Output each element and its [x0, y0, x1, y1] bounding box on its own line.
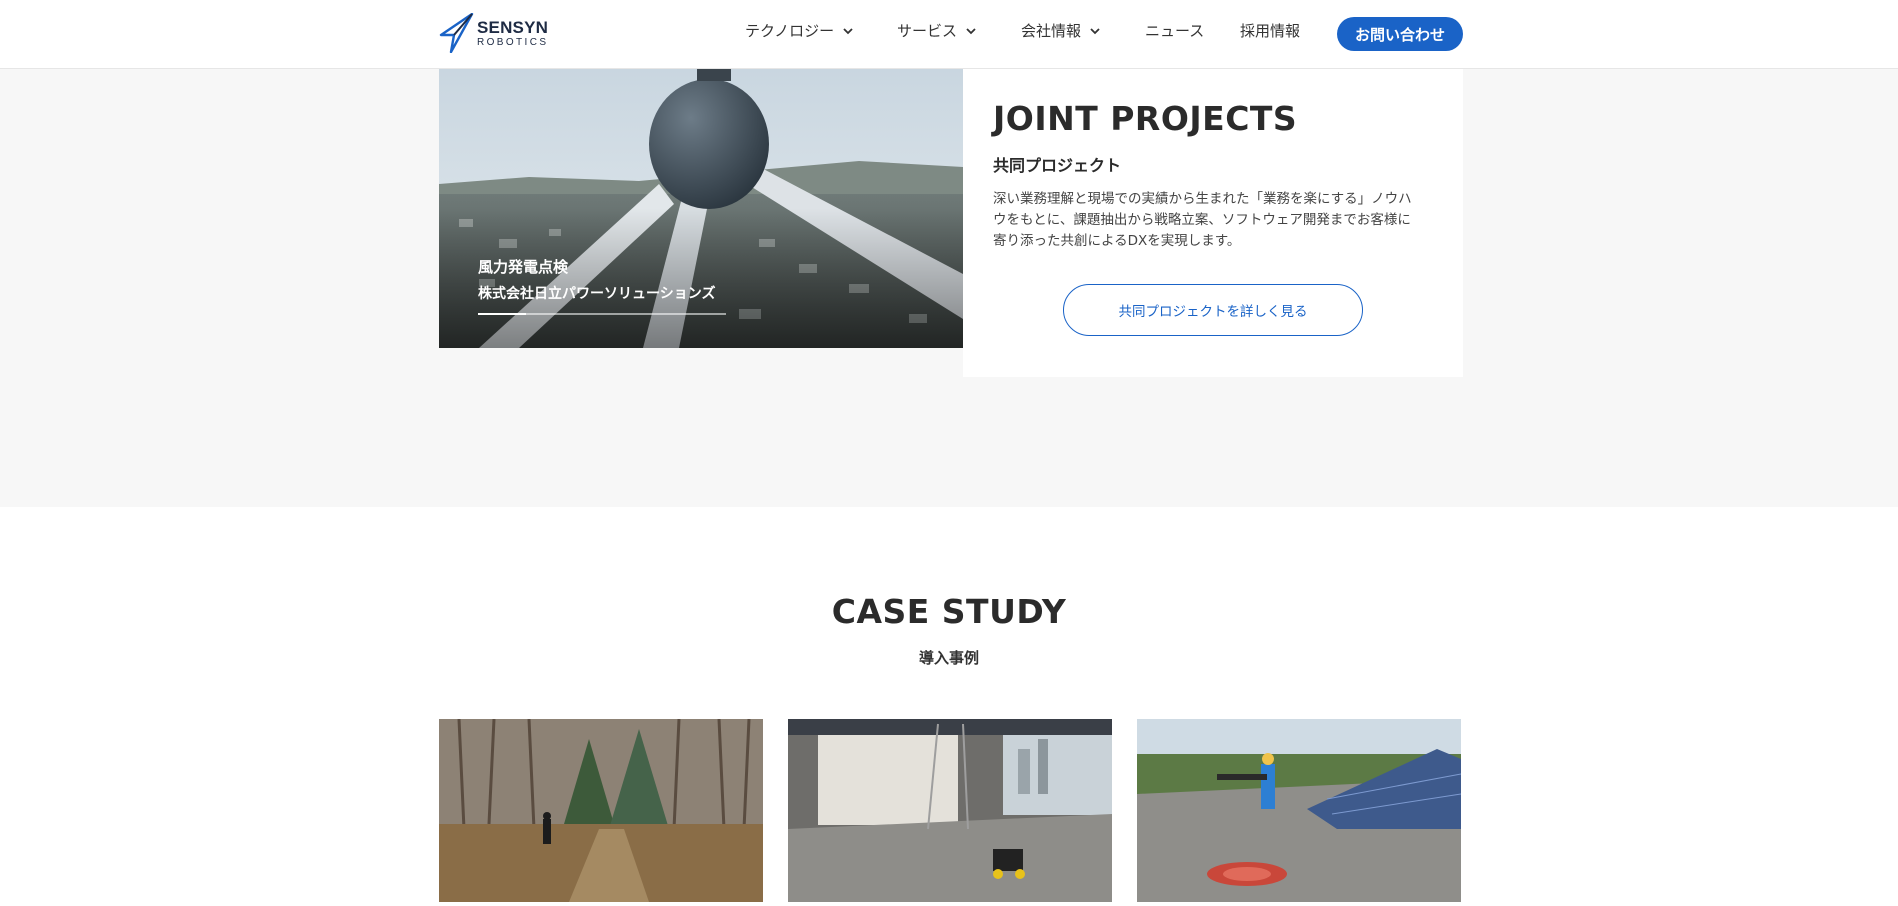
description-line: 寄り添った共創によるDXを実現します。: [993, 233, 1241, 249]
slide-company: 株式会社日立パワーソリューションズ: [478, 286, 716, 302]
forest-drone-photo: [439, 719, 763, 902]
description-line: ウをもとに、課題抽出から戦略立案、ソフトウェア開発までお客様に: [993, 212, 1411, 228]
nav-technology[interactable]: テクノロジー: [745, 20, 854, 41]
chevron-down-icon: [1090, 27, 1100, 34]
slide-caption: 風力発電点検 株式会社日立パワーソリューションズ: [478, 256, 715, 303]
construction-robot-photo: [788, 719, 1112, 902]
joint-projects-more-button[interactable]: 共同プロジェクトを詳しく見る: [1063, 284, 1363, 336]
chevron-down-icon: [843, 27, 853, 34]
nav-recruit-label: 採用情報: [1240, 22, 1301, 40]
nav-company[interactable]: 会社情報: [1021, 20, 1101, 41]
chevron-down-icon: [966, 27, 976, 34]
nav-recruit[interactable]: 採用情報: [1240, 20, 1300, 41]
logo-mark-icon: [439, 13, 474, 53]
logo-subtitle: ROBOTICS: [477, 36, 549, 48]
joint-projects-subtitle: 共同プロジェクト: [993, 156, 1122, 175]
nav-services-label: サービス: [897, 22, 958, 40]
nav-company-label: 会社情報: [1021, 22, 1082, 40]
logo-wordmark: SENSYN: [477, 17, 549, 37]
case-study-subtitle: 導入事例: [918, 649, 979, 667]
sensyn-robotics-logo[interactable]: SENSYN ROBOTICS: [439, 13, 549, 53]
nav-technology-label: テクノロジー: [745, 22, 835, 40]
slide-progress-indicator: [478, 313, 526, 315]
description-line: 深い業務理解と現場での実績から生まれた「業務を楽にする」ノウハ: [993, 191, 1412, 207]
nav-news[interactable]: ニュース: [1145, 20, 1204, 41]
joint-projects-card: JOINT PROJECTS 共同プロジェクト 深い業務理解と現場での実績から生…: [963, 69, 1463, 377]
contact-button[interactable]: お問い合わせ: [1337, 17, 1463, 51]
site-header: SENSYN ROBOTICS テクノロジー サービス 会社情報 ニュース 採用…: [0, 0, 1898, 69]
nav-news-label: ニュース: [1145, 22, 1205, 40]
case-study-card-forest[interactable]: [439, 719, 763, 902]
case-study-card-solar[interactable]: [1137, 719, 1461, 902]
nav-services[interactable]: サービス: [897, 20, 977, 41]
case-study-title: CASE STUDY: [831, 592, 1067, 631]
joint-projects-title: JOINT PROJECTS: [993, 99, 1298, 138]
wind-turbine-photo: [439, 69, 963, 348]
joint-project-slide-image[interactable]: [439, 69, 963, 348]
case-study-card-construction[interactable]: [788, 719, 1112, 902]
solar-plant-photo: [1137, 719, 1461, 902]
slide-title: 風力発電点検: [478, 258, 569, 276]
joint-projects-description: 深い業務理解と現場での実績から生まれた「業務を楽にする」ノウハ ウをもとに、課題…: [993, 189, 1433, 252]
